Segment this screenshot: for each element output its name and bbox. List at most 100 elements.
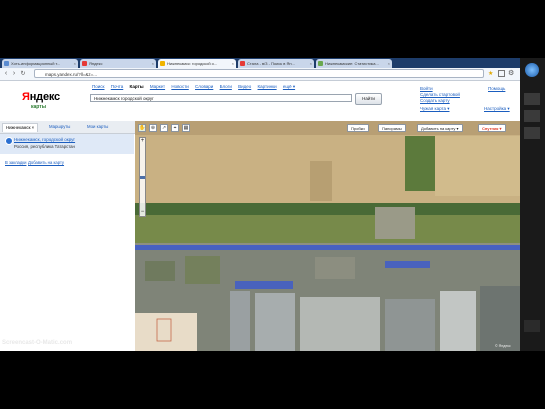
screencast-watermark: Screencast-O-Matic.com — [2, 340, 73, 346]
favicon-icon — [4, 61, 9, 66]
result-title[interactable]: Нижнекамск, городской округ — [14, 137, 75, 142]
left-panel: Нижнекамск × Маршруты Мои карты Нижнекам… — [0, 121, 136, 351]
satellite-map[interactable] — [135, 121, 520, 351]
ruler-tool-icon[interactable]: ↗ — [160, 124, 168, 132]
header-link-1[interactable]: Войти — [420, 86, 433, 91]
tab-search-result[interactable]: Нижнекамск × — [2, 123, 39, 132]
building — [230, 291, 250, 351]
service-link-mail[interactable]: Почта — [111, 84, 124, 89]
taskbar-item-icon[interactable] — [524, 93, 540, 105]
building — [440, 291, 476, 351]
yandex-logo[interactable]: Яндекс — [22, 91, 60, 103]
locate-tool-icon[interactable]: ⌖ — [171, 124, 179, 132]
maps-logo-subtitle: карты — [31, 104, 46, 110]
location-pin-icon — [5, 137, 13, 145]
traffic-button[interactable]: Пробки — [347, 124, 369, 132]
zoom-in-button[interactable]: + — [140, 138, 145, 144]
road-segment — [385, 261, 430, 268]
reload-button[interactable]: ↻ — [19, 70, 27, 78]
forest-patch — [405, 136, 435, 191]
favicon-icon — [240, 61, 245, 66]
building — [255, 293, 295, 351]
address-text: maps.yandex.ru/?ll=&z=... — [45, 72, 98, 77]
desktop-taskbar — [520, 58, 545, 351]
tab-label: Стала - в/3 - Поиск в Ян... — [247, 61, 295, 66]
search-input-value: Нижнекамск городской округ — [94, 96, 154, 101]
service-link-news[interactable]: Новости — [171, 84, 188, 89]
close-tab-icon[interactable]: × — [310, 59, 312, 68]
forest-strip — [135, 203, 520, 215]
header-link-5[interactable]: Чужая карта ▾ — [420, 106, 450, 112]
favicon-icon — [160, 61, 165, 66]
tray-icon[interactable] — [524, 320, 540, 332]
search-button[interactable]: Найти — [355, 93, 382, 105]
header-link-3[interactable]: Сделать стартовой — [420, 92, 460, 97]
tab-label: Нижнекамские: Статистика... — [325, 61, 379, 66]
favicon-icon — [82, 61, 87, 66]
start-orb-icon[interactable] — [525, 63, 539, 77]
header-link-4[interactable]: Создать карту — [420, 98, 450, 103]
close-tab-icon[interactable]: × — [388, 59, 390, 68]
services-nav: Поиск Почта Карты Маркет Новости Словари… — [92, 84, 302, 91]
star-icon[interactable]: ★ — [488, 70, 493, 77]
block — [185, 256, 220, 284]
service-link-market[interactable]: Маркет — [150, 84, 165, 89]
tab-bar: Хоть-информационный т... × Яндекс × Нижн… — [0, 58, 520, 68]
road-segment — [235, 281, 293, 289]
zoom-out-button[interactable]: − — [140, 209, 145, 215]
service-link-images[interactable]: Картинки — [258, 84, 277, 89]
back-button[interactable]: ‹ — [2, 70, 10, 78]
close-tab-icon[interactable]: × — [232, 59, 234, 68]
header-link-2[interactable]: Помощь — [488, 86, 505, 91]
building — [385, 299, 435, 351]
search-result-item[interactable]: Нижнекамск, городской округ Россия, респ… — [0, 134, 134, 154]
tab-label: Нижнекамск: городской о... — [167, 61, 218, 66]
tab-label: Яндекс — [89, 61, 103, 66]
highlighted-road — [135, 245, 520, 250]
service-link-search[interactable]: Поиск — [92, 84, 104, 89]
tab-3-active[interactable]: Нижнекамск: городской о... × — [158, 59, 236, 68]
block — [315, 257, 355, 279]
header-link-6[interactable]: Настройка ▾ — [484, 106, 510, 112]
magnifier-tool-icon[interactable]: ⊕ — [149, 124, 157, 132]
page-menu-icon[interactable] — [498, 70, 505, 77]
zoom-slider[interactable]: + − — [139, 137, 146, 217]
result-subtitle: Россия, республика Татарстан — [14, 144, 75, 149]
service-link-video[interactable]: Видео — [238, 84, 251, 89]
tab-2[interactable]: Яндекс × — [80, 59, 156, 68]
tab-routes[interactable]: Маршруты — [46, 123, 73, 131]
zoom-handle[interactable] — [140, 176, 145, 179]
service-link-blogs[interactable]: Блоги — [220, 84, 232, 89]
layer-select-button[interactable]: Спутник ▾ — [478, 124, 506, 132]
result-action-1[interactable]: В закладки — [5, 160, 26, 165]
tab-4[interactable]: Стала - в/3 - Поиск в Ян... × — [238, 59, 314, 68]
taskbar-item-icon[interactable] — [524, 110, 540, 122]
service-link-maps[interactable]: Карты — [130, 84, 144, 89]
close-tab-icon[interactable]: × — [152, 59, 154, 68]
wrench-icon[interactable]: ⚙ — [508, 69, 514, 77]
tab-1[interactable]: Хоть-информационный т... × — [2, 59, 78, 68]
hand-tool-icon[interactable]: ✋ — [138, 124, 146, 132]
browser-toolbar: ‹ › ↻ maps.yandex.ru/?ll=&z=... ★ ⚙ — [0, 68, 520, 81]
close-tab-icon[interactable]: × — [74, 59, 76, 68]
map-view[interactable]: ✋ ⊕ ↗ ⌖ ▦ Пробки Панорамы Добавить на ка… — [135, 121, 520, 351]
service-link-more[interactable]: ещё ▾ — [283, 84, 295, 89]
tab-label: Хоть-информационный т... — [11, 61, 61, 66]
yandex-header: Яндекс карты Поиск Почта Карты Маркет Но… — [0, 81, 520, 121]
tab-my-maps[interactable]: Мои карты — [84, 123, 111, 131]
building — [300, 297, 380, 351]
result-action-2[interactable]: Добавить на карту — [28, 160, 64, 165]
forward-button[interactable]: › — [10, 70, 18, 78]
address-bar[interactable]: maps.yandex.ru/?ll=&z=... — [34, 69, 484, 78]
tab-5[interactable]: Нижнекамские: Статистика... × — [316, 59, 392, 68]
search-input[interactable]: Нижнекамск городской округ — [90, 94, 352, 102]
industrial-pad — [375, 207, 415, 239]
taskbar-item-icon[interactable] — [524, 127, 540, 139]
browser-window: Хоть-информационный т... × Яндекс × Нижн… — [0, 58, 520, 351]
print-tool-icon[interactable]: ▦ — [182, 124, 190, 132]
add-to-map-button[interactable]: Добавить на карту ▾ — [417, 124, 463, 132]
panorama-button[interactable]: Панорамы — [378, 124, 406, 132]
left-panel-tabs: Нижнекамск × Маршруты Мои карты — [0, 121, 135, 134]
service-link-dictionaries[interactable]: Словари — [195, 84, 213, 89]
building — [480, 286, 520, 351]
